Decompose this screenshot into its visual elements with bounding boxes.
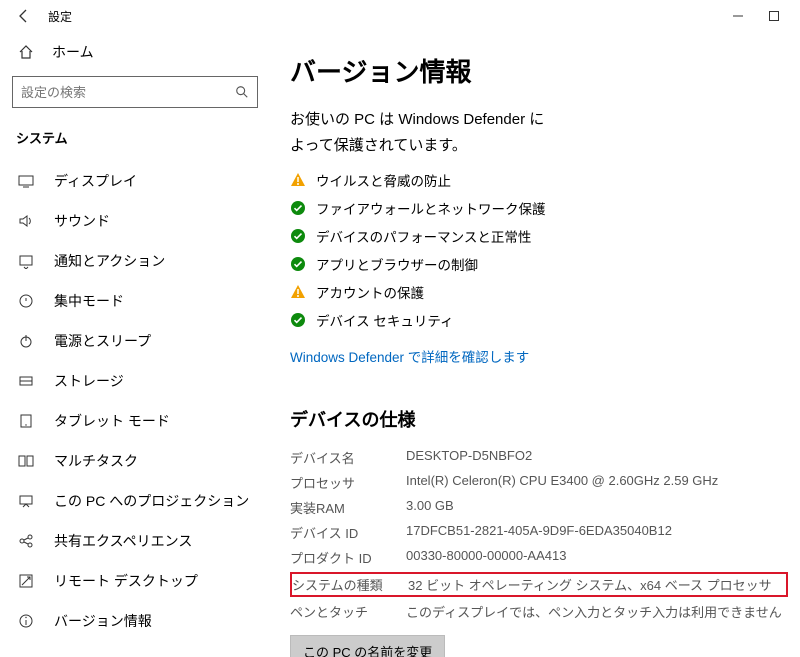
spec-value-processor: Intel(R) Celeron(R) CPU E3400 @ 2.60GHz … xyxy=(406,473,788,492)
projection-icon xyxy=(16,493,36,509)
protection-line2: よって保護されています。 xyxy=(290,137,467,154)
back-button[interactable] xyxy=(8,0,40,32)
sidebar-item-label: ディスプレイ xyxy=(54,171,137,191)
sidebar-item-label: ストレージ xyxy=(54,371,124,391)
spec-label-device-id: デバイス ID xyxy=(290,523,390,542)
sidebar-item-display[interactable]: ディスプレイ xyxy=(4,161,266,201)
security-item: デバイス セキュリティ xyxy=(290,310,788,330)
sidebar: ホーム システム ディスプレイ サウンド 通知とアクション xyxy=(0,32,270,657)
power-icon xyxy=(16,333,36,349)
spec-label-product-id: プロダクト ID xyxy=(290,548,390,567)
notification-icon xyxy=(16,253,36,269)
sidebar-item-multitask[interactable]: マルチタスク xyxy=(4,441,266,481)
sidebar-item-label: リモート デスクトップ xyxy=(54,571,198,591)
sidebar-item-notifications[interactable]: 通知とアクション xyxy=(4,241,266,281)
info-icon xyxy=(16,613,36,629)
security-item-label: ファイアウォールとネットワーク保護 xyxy=(316,198,546,218)
multitask-icon xyxy=(16,453,36,469)
storage-icon xyxy=(16,373,36,389)
shield-ok-icon xyxy=(290,312,306,328)
sidebar-item-label: 共有エクスペリエンス xyxy=(54,531,192,551)
display-icon xyxy=(16,173,36,189)
security-item: ファイアウォールとネットワーク保護 xyxy=(290,198,788,218)
spec-heading: デバイスの仕様 xyxy=(290,406,788,432)
section-label: システム xyxy=(4,120,266,161)
spec-value-device-id: 17DFCB51-2821-405A-9D9F-6EDA35040B12 xyxy=(406,523,788,542)
search-icon xyxy=(235,85,249,99)
rename-pc-button[interactable]: この PC の名前を変更 xyxy=(290,635,445,657)
protection-line1: お使いの PC は Windows Defender に xyxy=(290,111,544,128)
shield-warn-icon xyxy=(290,284,306,300)
tablet-icon xyxy=(16,413,36,429)
sidebar-item-sound[interactable]: サウンド xyxy=(4,201,266,241)
home-icon xyxy=(16,44,36,60)
sidebar-item-label: 集中モード xyxy=(54,291,124,311)
home-label: ホーム xyxy=(52,42,94,62)
sidebar-item-tablet[interactable]: タブレット モード xyxy=(4,401,266,441)
shield-ok-icon xyxy=(290,256,306,272)
sidebar-item-label: タブレット モード xyxy=(54,411,170,431)
sidebar-item-power[interactable]: 電源とスリープ xyxy=(4,321,266,361)
security-item: ウイルスと脅威の防止 xyxy=(290,170,788,190)
security-item: デバイスのパフォーマンスと正常性 xyxy=(290,226,788,246)
spec-label-ram: 実装RAM xyxy=(290,498,390,517)
defender-link[interactable]: Windows Defender で詳細を確認します xyxy=(290,346,788,366)
spec-value-ram: 3.00 GB xyxy=(406,498,788,517)
sidebar-item-storage[interactable]: ストレージ xyxy=(4,361,266,401)
sidebar-item-focus[interactable]: 集中モード xyxy=(4,281,266,321)
sidebar-item-remote[interactable]: リモート デスクトップ xyxy=(4,561,266,601)
sidebar-item-projection[interactable]: この PC へのプロジェクション xyxy=(4,481,266,521)
window-controls xyxy=(720,2,792,30)
security-list: ウイルスと脅威の防止ファイアウォールとネットワーク保護デバイスのパフォーマンスと… xyxy=(290,170,788,330)
spec-label-system-type: システムの種類 xyxy=(292,575,392,594)
shared-icon xyxy=(16,533,36,549)
security-item-label: アプリとブラウザーの制御 xyxy=(316,254,478,274)
security-item: アプリとブラウザーの制御 xyxy=(290,254,788,274)
remote-icon xyxy=(16,573,36,589)
maximize-button[interactable] xyxy=(756,2,792,30)
main-content: バージョン情報 お使いの PC は Windows Defender に よって… xyxy=(270,32,800,657)
sidebar-item-shared[interactable]: 共有エクスペリエンス xyxy=(4,521,266,561)
titlebar: 設定 xyxy=(0,0,800,32)
spec-table: デバイス名 DESKTOP-D5NBFO2 プロセッサ Intel(R) Cel… xyxy=(290,448,788,621)
spec-value-pen-touch: このディスプレイでは、ペン入力とタッチ入力は利用できません xyxy=(406,602,788,621)
sidebar-item-label: バージョン情報 xyxy=(54,611,152,631)
spec-label-pen-touch: ペンとタッチ xyxy=(290,602,390,621)
security-item-label: ウイルスと脅威の防止 xyxy=(316,170,451,190)
sidebar-item-about[interactable]: バージョン情報 xyxy=(4,601,266,641)
minimize-button[interactable] xyxy=(720,2,756,30)
spec-value-device-name: DESKTOP-D5NBFO2 xyxy=(406,448,788,467)
home-link[interactable]: ホーム xyxy=(4,32,266,72)
search-box[interactable] xyxy=(12,76,258,108)
window-title: 設定 xyxy=(48,8,72,25)
sidebar-item-label: この PC へのプロジェクション xyxy=(54,491,249,511)
nav-list: ディスプレイ サウンド 通知とアクション 集中モード 電源とスリープ ストレージ xyxy=(4,161,266,641)
shield-warn-icon xyxy=(290,172,306,188)
sidebar-item-label: 電源とスリープ xyxy=(54,331,151,351)
spec-value-product-id: 00330-80000-00000-AA413 xyxy=(406,548,788,567)
security-item: アカウントの保護 xyxy=(290,282,788,302)
shield-ok-icon xyxy=(290,200,306,216)
sidebar-item-label: マルチタスク xyxy=(54,451,138,471)
shield-ok-icon xyxy=(290,228,306,244)
focus-icon xyxy=(16,293,36,309)
spec-label-device-name: デバイス名 xyxy=(290,448,390,467)
protection-text: お使いの PC は Windows Defender に よって保護されています… xyxy=(290,107,788,158)
sound-icon xyxy=(16,213,36,229)
page-title: バージョン情報 xyxy=(290,52,788,89)
spec-label-processor: プロセッサ xyxy=(290,473,390,492)
security-item-label: デバイス セキュリティ xyxy=(316,310,454,330)
sidebar-item-label: 通知とアクション xyxy=(54,251,165,271)
security-item-label: アカウントの保護 xyxy=(316,282,424,302)
security-item-label: デバイスのパフォーマンスと正常性 xyxy=(316,226,531,246)
spec-row-highlighted: システムの種類 32 ビット オペレーティング システム、x64 ベース プロセ… xyxy=(290,572,788,597)
search-input[interactable] xyxy=(21,85,235,100)
sidebar-item-label: サウンド xyxy=(54,211,110,231)
spec-value-system-type: 32 ビット オペレーティング システム、x64 ベース プロセッサ xyxy=(408,575,786,594)
